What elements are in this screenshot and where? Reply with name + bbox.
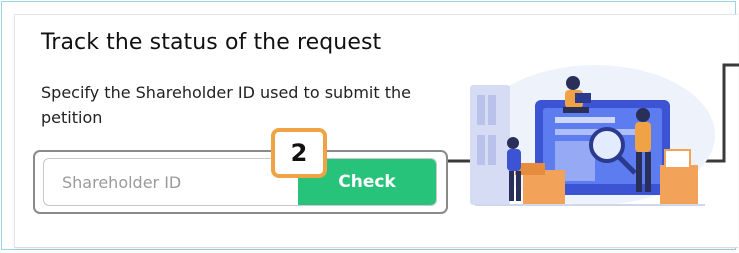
shareholder-form: Check (43, 158, 437, 206)
step-badge: 2 (271, 128, 327, 178)
office-workers-illustration (470, 65, 715, 206)
shareholder-id-input[interactable] (44, 159, 299, 205)
page-subtitle: Specify the Shareholder ID used to submi… (41, 83, 411, 127)
page-title: Track the status of the request (41, 30, 382, 55)
